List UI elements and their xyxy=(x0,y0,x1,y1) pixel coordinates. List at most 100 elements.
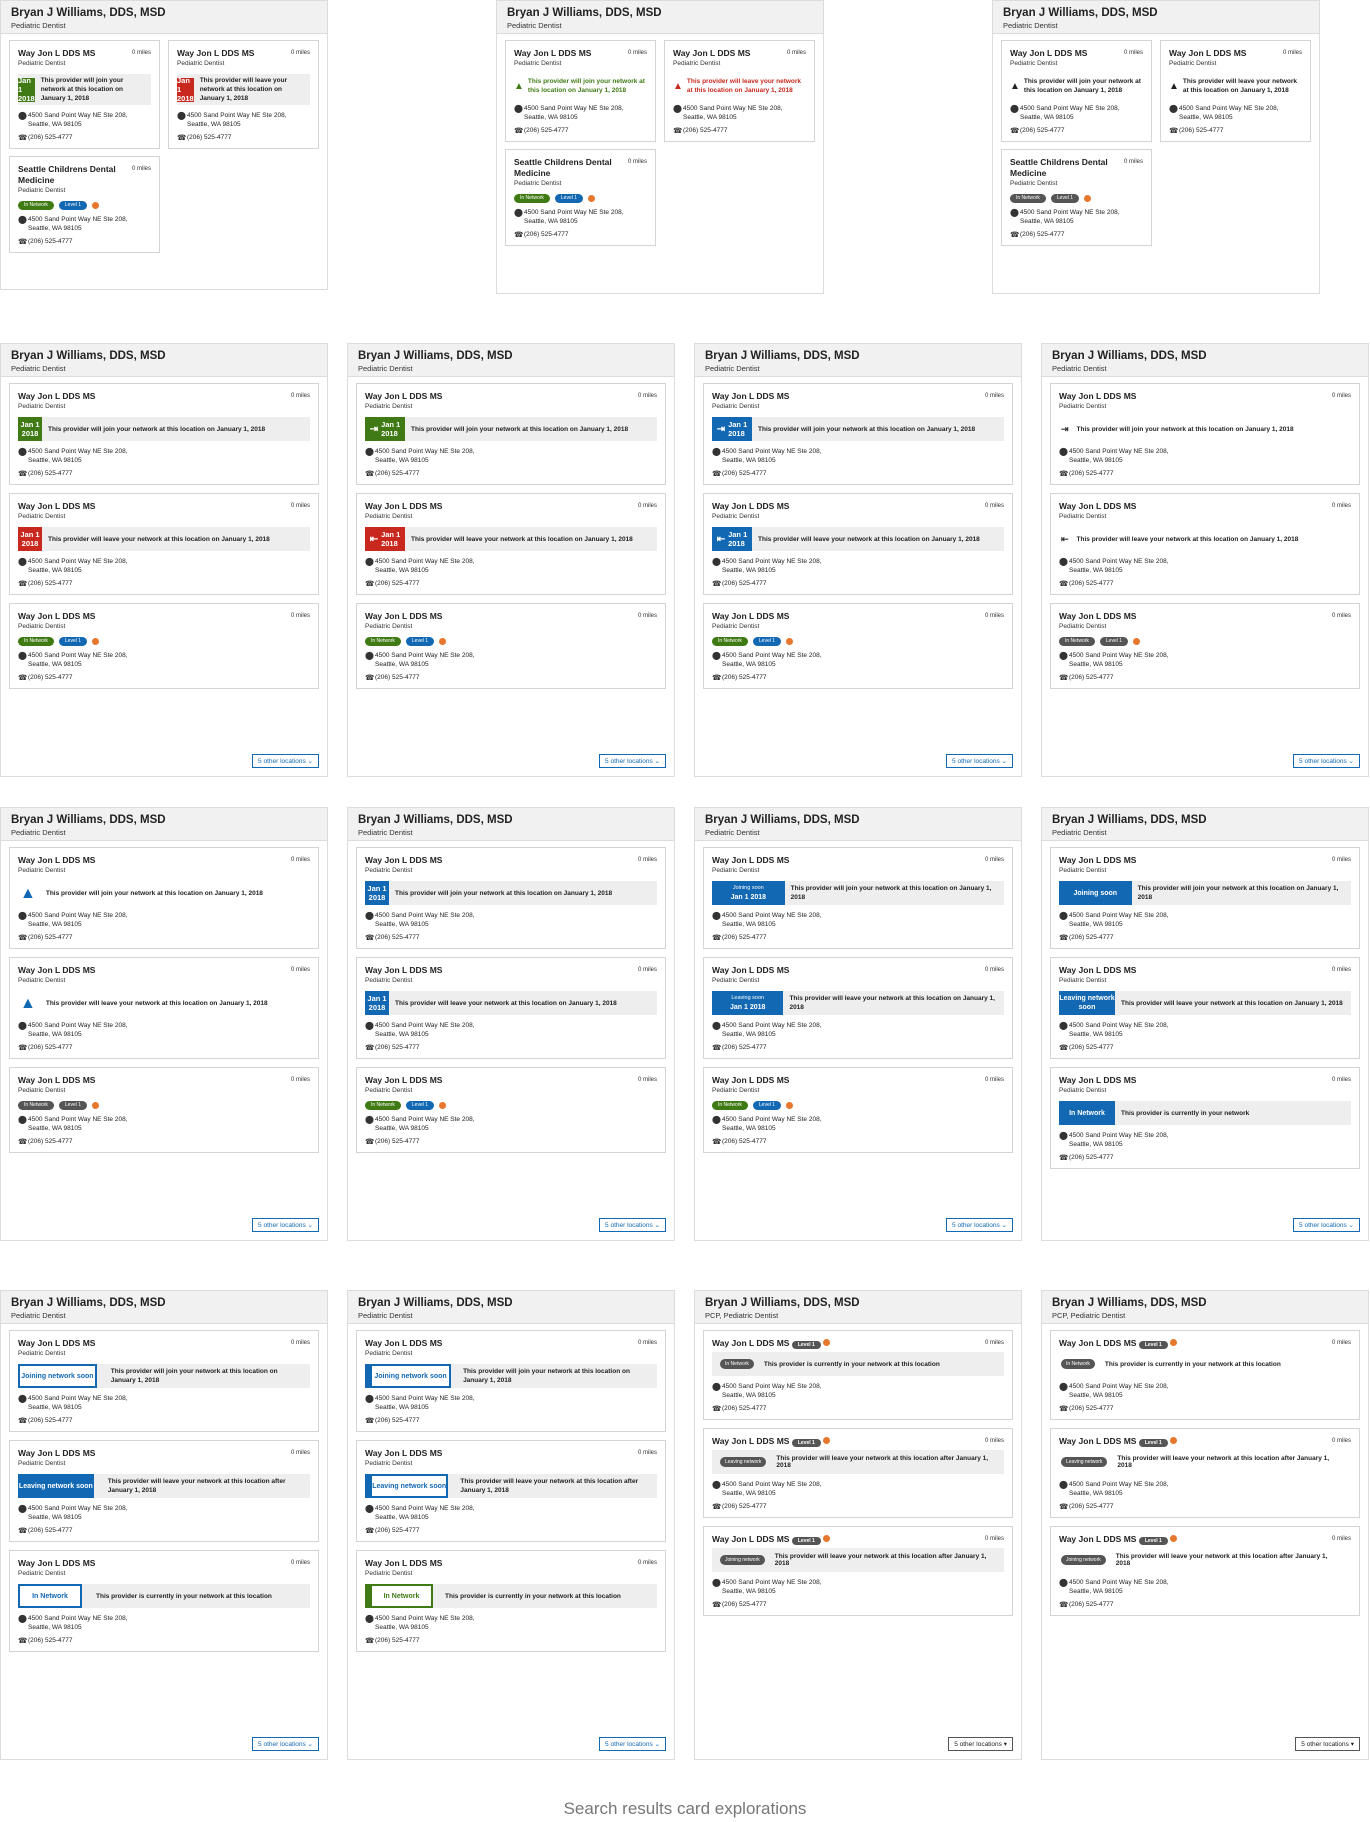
phone-number[interactable]: (206) 525-4777 xyxy=(1069,933,1113,942)
location-card[interactable]: Way Jon L DDS MS 0 miles Pediatric Dentis… xyxy=(356,847,666,949)
location-card[interactable]: Way Jon L DDS MS 0 miles Pediatric Dentis… xyxy=(703,383,1013,485)
phone-number[interactable]: (206) 525-4777 xyxy=(1069,1600,1113,1609)
provider-name[interactable]: Bryan J Williams, DDS, MSD xyxy=(705,1296,1011,1310)
phone-number[interactable]: (206) 525-4777 xyxy=(1069,579,1113,588)
provider-name[interactable]: Bryan J Williams, DDS, MSD xyxy=(1003,6,1309,20)
location-card[interactable]: Way Jon L DDS MS 0 miles Pediatric Dentis… xyxy=(1050,603,1360,689)
info-dot-icon[interactable] xyxy=(92,1101,100,1109)
phone-number[interactable]: (206) 525-4777 xyxy=(28,1636,72,1645)
phone-number[interactable]: (206) 525-4777 xyxy=(1069,469,1113,478)
phone-number[interactable]: (206) 525-4777 xyxy=(722,1502,766,1511)
location-card[interactable]: Way Jon L DDS MS 0 miles Pediatric Dentis… xyxy=(9,603,319,689)
phone-number[interactable]: (206) 525-4777 xyxy=(375,469,419,478)
phone-number[interactable]: (206) 525-4777 xyxy=(722,579,766,588)
location-card[interactable]: Way Jon L DDS MS 0 miles Pediatric Dentis… xyxy=(1050,957,1360,1059)
phone-number[interactable]: (206) 525-4777 xyxy=(1069,1404,1113,1413)
phone-number[interactable]: (206) 525-4777 xyxy=(375,1416,419,1425)
other-locations-button[interactable]: 5 other locations ⌄ xyxy=(1293,1218,1360,1232)
phone-number[interactable]: (206) 525-4777 xyxy=(683,126,727,135)
phone-number[interactable]: (206) 525-4777 xyxy=(722,1137,766,1146)
location-card[interactable]: Way Jon L DDS MS 0 miles Pediatric Dentis… xyxy=(703,847,1013,949)
provider-name[interactable]: Bryan J Williams, DDS, MSD xyxy=(358,1296,664,1310)
provider-name[interactable]: Bryan J Williams, DDS, MSD xyxy=(11,813,317,827)
phone-number[interactable]: (206) 525-4777 xyxy=(1069,673,1113,682)
provider-name[interactable]: Bryan J Williams, DDS, MSD xyxy=(1052,813,1358,827)
info-dot-icon[interactable] xyxy=(588,194,596,202)
info-dot-icon[interactable] xyxy=(823,1339,831,1346)
other-locations-button[interactable]: 5 other locations ⌄ xyxy=(1293,754,1360,768)
location-card[interactable]: Way Jon L DDS MS Level 1 0 miles Joining… xyxy=(1050,1526,1360,1616)
location-card[interactable]: Seattle Childrens Dental Medicine 0 miles… xyxy=(505,149,656,246)
phone-number[interactable]: (206) 525-4777 xyxy=(722,1043,766,1052)
location-card[interactable]: Way Jon L DDS MS 0 miles Pediatric Dentis… xyxy=(9,40,160,149)
provider-name[interactable]: Bryan J Williams, DDS, MSD xyxy=(11,6,317,20)
location-card[interactable]: Way Jon L DDS MS Level 1 0 miles Leaving… xyxy=(1050,1428,1360,1518)
location-card[interactable]: Way Jon L DDS MS 0 miles Pediatric Dentis… xyxy=(356,603,666,689)
provider-name[interactable]: Bryan J Williams, DDS, MSD xyxy=(507,6,813,20)
info-dot-icon[interactable] xyxy=(92,637,100,645)
location-card[interactable]: Way Jon L DDS MS 0 miles Pediatric Dentis… xyxy=(9,1550,319,1652)
phone-number[interactable]: (206) 525-4777 xyxy=(375,933,419,942)
location-card[interactable]: Way Jon L DDS MS Level 1 0 miles Joining… xyxy=(703,1526,1013,1616)
other-locations-button[interactable]: 5 other locations ⌄ xyxy=(946,754,1013,768)
info-dot-icon[interactable] xyxy=(1170,1535,1178,1542)
phone-number[interactable]: (206) 525-4777 xyxy=(1020,230,1064,239)
location-card[interactable]: Way Jon L DDS MS 0 miles Pediatric Dentis… xyxy=(356,1550,666,1652)
location-card[interactable]: Way Jon L DDS MS Level 1 0 miles Leaving… xyxy=(703,1428,1013,1518)
location-card[interactable]: Way Jon L DDS MS 0 miles Pediatric Dentis… xyxy=(1160,40,1311,142)
location-card[interactable]: Way Jon L DDS MS 0 miles Pediatric Dentis… xyxy=(356,493,666,595)
phone-number[interactable]: (206) 525-4777 xyxy=(375,579,419,588)
location-card[interactable]: Way Jon L DDS MS 0 miles Pediatric Dentis… xyxy=(9,1067,319,1153)
info-dot-icon[interactable] xyxy=(439,1101,447,1109)
location-card[interactable]: Way Jon L DDS MS 0 miles Pediatric Dentis… xyxy=(9,1330,319,1432)
phone-number[interactable]: (206) 525-4777 xyxy=(187,133,231,142)
phone-number[interactable]: (206) 525-4777 xyxy=(722,1404,766,1413)
phone-number[interactable]: (206) 525-4777 xyxy=(722,933,766,942)
location-card[interactable]: Way Jon L DDS MS 0 miles Pediatric Dentis… xyxy=(9,847,319,949)
location-card[interactable]: Way Jon L DDS MS 0 miles Pediatric Dentis… xyxy=(1050,493,1360,595)
location-card[interactable]: Way Jon L DDS MS 0 miles Pediatric Dentis… xyxy=(1001,40,1152,142)
phone-number[interactable]: (206) 525-4777 xyxy=(28,1043,72,1052)
phone-number[interactable]: (206) 525-4777 xyxy=(28,579,72,588)
phone-number[interactable]: (206) 525-4777 xyxy=(28,673,72,682)
provider-name[interactable]: Bryan J Williams, DDS, MSD xyxy=(705,813,1011,827)
location-card[interactable]: Way Jon L DDS MS 0 miles Pediatric Dentis… xyxy=(703,493,1013,595)
phone-number[interactable]: (206) 525-4777 xyxy=(28,1526,72,1535)
provider-name[interactable]: Bryan J Williams, DDS, MSD xyxy=(358,813,664,827)
info-dot-icon[interactable] xyxy=(92,201,100,209)
phone-number[interactable]: (206) 525-4777 xyxy=(28,1137,72,1146)
other-locations-button[interactable]: 5 other locations ⌄ xyxy=(252,1218,319,1232)
phone-number[interactable]: (206) 525-4777 xyxy=(722,1600,766,1609)
phone-number[interactable]: (206) 525-4777 xyxy=(722,673,766,682)
phone-number[interactable]: (206) 525-4777 xyxy=(375,1043,419,1052)
location-card[interactable]: Way Jon L DDS MS 0 miles Pediatric Dentis… xyxy=(1050,1067,1360,1169)
location-card[interactable]: Way Jon L DDS MS 0 miles Pediatric Dentis… xyxy=(9,1440,319,1542)
provider-name[interactable]: Bryan J Williams, DDS, MSD xyxy=(705,349,1011,363)
info-dot-icon[interactable] xyxy=(1084,194,1092,202)
phone-number[interactable]: (206) 525-4777 xyxy=(375,1137,419,1146)
info-dot-icon[interactable] xyxy=(823,1437,831,1444)
location-card[interactable]: Way Jon L DDS MS Level 1 0 miles In Netw… xyxy=(1050,1330,1360,1420)
location-card[interactable]: Way Jon L DDS MS 0 miles Pediatric Dentis… xyxy=(1050,383,1360,485)
location-card[interactable]: Way Jon L DDS MS 0 miles Pediatric Dentis… xyxy=(703,603,1013,689)
phone-number[interactable]: (206) 525-4777 xyxy=(1069,1502,1113,1511)
phone-number[interactable]: (206) 525-4777 xyxy=(28,1416,72,1425)
phone-number[interactable]: (206) 525-4777 xyxy=(375,1636,419,1645)
location-card[interactable]: Way Jon L DDS MS 0 miles Pediatric Dentis… xyxy=(9,493,319,595)
provider-name[interactable]: Bryan J Williams, DDS, MSD xyxy=(11,1296,317,1310)
phone-number[interactable]: (206) 525-4777 xyxy=(1069,1043,1113,1052)
location-card[interactable]: Way Jon L DDS MS 0 miles Pediatric Dentis… xyxy=(356,1330,666,1432)
other-locations-button[interactable]: 5 other locations ▾ xyxy=(948,1737,1013,1751)
location-card[interactable]: Seattle Childrens Dental Medicine 0 miles… xyxy=(9,156,160,253)
other-locations-button[interactable]: 5 other locations ⌄ xyxy=(252,754,319,768)
location-card[interactable]: Way Jon L DDS MS 0 miles Pediatric Dentis… xyxy=(356,1067,666,1153)
info-dot-icon[interactable] xyxy=(1133,637,1141,645)
other-locations-button[interactable]: 5 other locations ⌄ xyxy=(599,1218,666,1232)
location-card[interactable]: Way Jon L DDS MS Level 1 0 miles In Netw… xyxy=(703,1330,1013,1420)
phone-number[interactable]: (206) 525-4777 xyxy=(28,469,72,478)
provider-name[interactable]: Bryan J Williams, DDS, MSD xyxy=(1052,349,1358,363)
info-dot-icon[interactable] xyxy=(1170,1339,1178,1346)
provider-name[interactable]: Bryan J Williams, DDS, MSD xyxy=(358,349,664,363)
location-card[interactable]: Way Jon L DDS MS 0 miles Pediatric Dentis… xyxy=(1050,847,1360,949)
provider-name[interactable]: Bryan J Williams, DDS, MSD xyxy=(1052,1296,1358,1310)
